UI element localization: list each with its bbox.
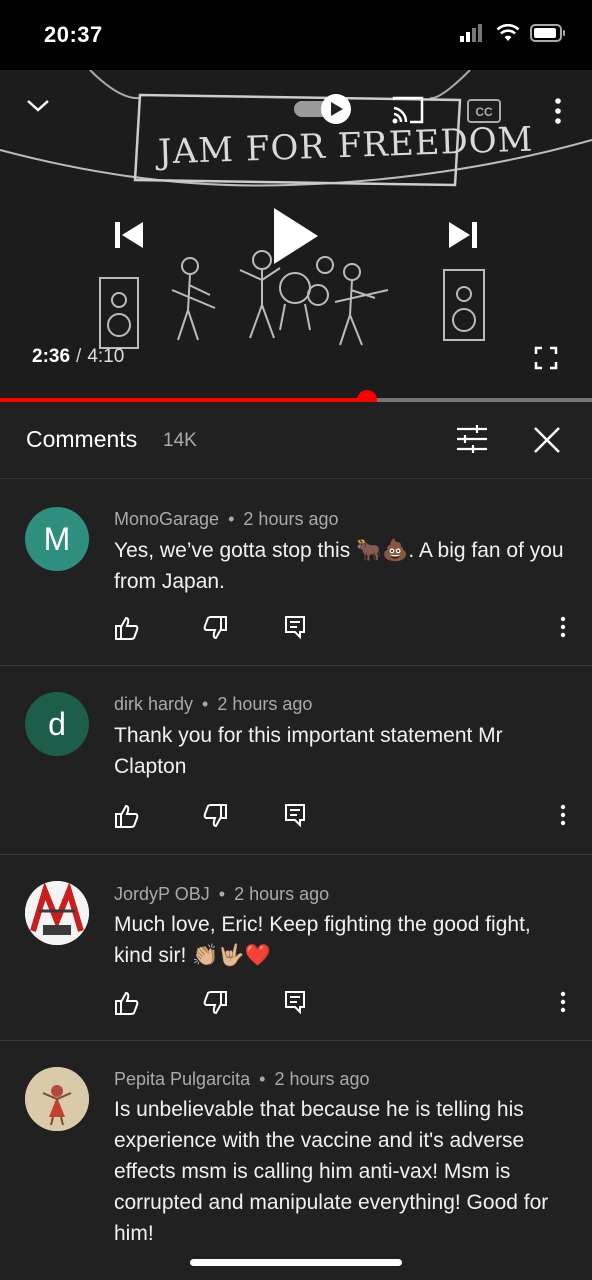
current-time: 2:36 bbox=[32, 346, 71, 367]
more-icon[interactable] bbox=[550, 96, 566, 126]
avatar-illustration-icon bbox=[25, 1067, 89, 1131]
comment-actions bbox=[114, 803, 584, 833]
comment-meta: Pepita Pulgarcita • 2 hours ago bbox=[114, 1069, 370, 1089]
comment-meta: MonoGarage • 2 hours ago bbox=[114, 509, 339, 529]
comment-author[interactable]: Pepita Pulgarcita bbox=[114, 1069, 250, 1089]
video-player[interactable]: JAM FOR FREEDOM CC 2:36/4:10 bbox=[0, 70, 592, 400]
reply-icon[interactable] bbox=[284, 615, 306, 639]
comment-text: Thank you for this important statement M… bbox=[114, 724, 503, 778]
signal-icon bbox=[460, 24, 482, 42]
comment-text: Much love, Eric! Keep fighting the good … bbox=[114, 913, 531, 967]
captions-icon[interactable]: CC bbox=[466, 98, 502, 124]
comment-item: JordyP OBJ • 2 hours ago Much love, Eric… bbox=[0, 855, 592, 1041]
status-time: 20:37 bbox=[44, 22, 103, 47]
comments-list[interactable]: M MonoGarage • 2 hours ago Yes, we’ve go… bbox=[0, 479, 592, 1280]
comments-count: 14K bbox=[163, 430, 197, 451]
battery-icon bbox=[530, 24, 565, 42]
time-readout: 2:36/4:10 bbox=[32, 346, 125, 367]
comment-more-icon[interactable] bbox=[558, 990, 568, 1014]
avatar[interactable]: d bbox=[25, 692, 89, 756]
comment-actions bbox=[114, 990, 584, 1020]
avatar-logo-icon bbox=[25, 881, 89, 945]
comment-item: d dirk hardy • 2 hours ago Thank you for… bbox=[0, 666, 592, 855]
like-icon[interactable] bbox=[114, 803, 140, 829]
dislike-icon[interactable] bbox=[202, 803, 228, 829]
home-indicator[interactable] bbox=[190, 1259, 402, 1266]
status-icons bbox=[460, 24, 566, 42]
autoplay-toggle-icon[interactable] bbox=[292, 92, 354, 126]
comment-more-icon[interactable] bbox=[558, 803, 568, 827]
like-icon[interactable] bbox=[114, 990, 140, 1016]
next-icon[interactable] bbox=[446, 218, 480, 252]
comment-actions bbox=[114, 615, 584, 645]
comment-meta: JordyP OBJ • 2 hours ago bbox=[114, 884, 330, 904]
comment-more-icon[interactable] bbox=[558, 615, 568, 639]
wifi-icon bbox=[496, 24, 520, 41]
cast-icon[interactable] bbox=[390, 94, 426, 126]
comment-text: Yes, we’ve gotta stop this 🐂💩. A big fan… bbox=[114, 539, 564, 593]
comment-time: 2 hours ago bbox=[243, 509, 339, 529]
comment-author[interactable]: JordyP OBJ bbox=[114, 884, 210, 904]
comments-header: Comments 14K bbox=[0, 402, 592, 479]
avatar[interactable]: M bbox=[25, 507, 89, 571]
comment-item: Pepita Pulgarcita • 2 hours ago Is unbel… bbox=[0, 1041, 592, 1280]
avatar[interactable] bbox=[25, 881, 89, 945]
sort-filter-icon[interactable] bbox=[455, 424, 489, 454]
comment-item: M MonoGarage • 2 hours ago Yes, we’ve go… bbox=[0, 479, 592, 666]
previous-icon[interactable] bbox=[112, 218, 146, 252]
close-icon[interactable] bbox=[532, 425, 562, 455]
duration: 4:10 bbox=[87, 346, 125, 367]
avatar[interactable] bbox=[25, 1067, 89, 1131]
comments-title: Comments bbox=[26, 426, 138, 452]
comment-time: 2 hours ago bbox=[234, 884, 330, 904]
chevron-down-icon[interactable] bbox=[24, 96, 52, 116]
comment-author[interactable]: dirk hardy bbox=[114, 694, 193, 714]
comment-text: Is unbelievable that because he is telli… bbox=[114, 1098, 549, 1245]
svg-text:CC: CC bbox=[475, 105, 493, 119]
like-icon[interactable] bbox=[114, 615, 140, 641]
reply-icon[interactable] bbox=[284, 803, 306, 827]
status-bar: 20:37 bbox=[0, 0, 592, 70]
comment-meta: dirk hardy • 2 hours ago bbox=[114, 694, 313, 714]
reply-icon[interactable] bbox=[284, 990, 306, 1014]
comment-time: 2 hours ago bbox=[274, 1069, 370, 1089]
comment-author[interactable]: MonoGarage bbox=[114, 509, 219, 529]
comment-time: 2 hours ago bbox=[217, 694, 313, 714]
dislike-icon[interactable] bbox=[202, 615, 228, 641]
play-icon[interactable] bbox=[268, 204, 324, 268]
fullscreen-icon[interactable] bbox=[534, 346, 558, 370]
dislike-icon[interactable] bbox=[202, 990, 228, 1016]
